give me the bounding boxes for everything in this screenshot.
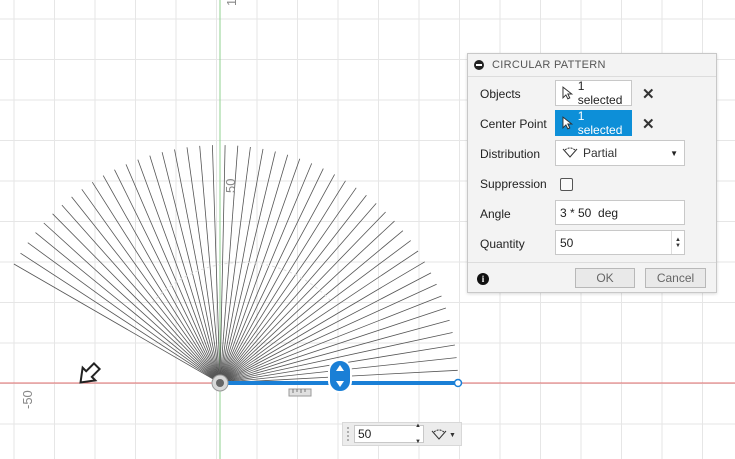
pattern-line[interactable] [219, 211, 386, 384]
objects-value: 1 selected [577, 79, 623, 107]
suppression-checkbox[interactable] [560, 177, 573, 191]
distribution-value: Partial [583, 146, 618, 160]
quantity-float-widget: 50 ▲ ▼ ▼ [342, 422, 462, 446]
quantity-float-stepper[interactable]: ▲ ▼ [413, 423, 423, 445]
dialog-header[interactable]: CIRCULAR PATTERN [468, 54, 716, 77]
stepper-down-icon[interactable]: ▼ [415, 434, 421, 450]
pattern-line[interactable] [219, 174, 335, 384]
objects-clear-icon[interactable]: ✕ [642, 85, 655, 103]
view-arrow-icon[interactable] [74, 360, 103, 389]
info-icon[interactable]: i [477, 273, 489, 285]
quantity-stepper[interactable]: ▲ ▼ [671, 231, 684, 254]
cancel-button[interactable]: Cancel [645, 268, 706, 288]
axis-label-top: 1 [224, 0, 239, 6]
center-point-inner [216, 379, 224, 387]
distribution-select[interactable]: Partial ▼ [555, 140, 685, 166]
pattern-line[interactable] [219, 195, 367, 384]
ok-button[interactable]: OK [575, 268, 635, 288]
distribution-menu-button[interactable]: ▼ [431, 427, 459, 443]
pattern-line[interactable] [219, 187, 357, 384]
suppression-label: Suppression [480, 177, 547, 191]
angle-row: Angle 3 * 50 deg [468, 199, 716, 229]
circular-pattern-dialog: CIRCULAR PATTERN Objects 1 selected ✕ Ce… [467, 53, 717, 293]
ruler-icon [288, 388, 312, 397]
objects-label: Objects [480, 87, 521, 101]
center-point-value: 1 selected [577, 109, 623, 137]
objects-row: Objects 1 selected ✕ [468, 79, 716, 109]
axis-label-horizontal-neg50: -50 [20, 390, 35, 409]
chevron-down-icon: ▼ [670, 149, 678, 158]
cursor-icon [562, 116, 574, 130]
suppression-row: Suppression [468, 169, 716, 199]
center-point-select-button[interactable]: 1 selected [555, 109, 632, 137]
angle-label: Angle [480, 207, 511, 221]
pattern-line[interactable] [219, 203, 377, 384]
quantity-row: Quantity 50 ▲ ▼ [468, 229, 716, 259]
center-point-clear-icon[interactable]: ✕ [642, 115, 655, 133]
dialog-title: CIRCULAR PATTERN [492, 59, 606, 71]
collapse-icon[interactable] [474, 60, 484, 70]
drag-grip-icon[interactable] [346, 426, 350, 442]
center-point-label: Center Point [480, 117, 547, 131]
pattern-line[interactable] [102, 175, 221, 384]
pattern-line[interactable] [20, 252, 221, 384]
axis-label-vertical-50: 50 [223, 178, 238, 193]
distribution-row: Distribution Partial ▼ [468, 139, 716, 169]
stepper-down-icon[interactable]: ▼ [675, 243, 681, 249]
distribution-label: Distribution [480, 147, 541, 161]
pattern-line[interactable] [219, 283, 437, 384]
dialog-footer: i OK Cancel [468, 262, 716, 293]
line-endpoint[interactable] [453, 378, 463, 388]
quantity-value: 50 [560, 235, 574, 250]
pattern-line[interactable] [52, 213, 221, 384]
pattern-line[interactable] [27, 242, 221, 384]
pattern-line[interactable] [61, 204, 221, 384]
quantity-input[interactable]: 50 ▲ ▼ [555, 230, 685, 255]
partial-distribution-icon [431, 429, 447, 440]
angle-input[interactable]: 3 * 50 deg [555, 200, 685, 225]
quantity-label: Quantity [480, 237, 525, 251]
pattern-line[interactable] [81, 189, 221, 384]
quantity-float-input[interactable]: 50 ▲ ▼ [354, 423, 424, 445]
partial-distribution-icon [562, 147, 578, 158]
pattern-line[interactable] [219, 272, 432, 384]
angle-value: 3 * 50 deg [560, 205, 619, 220]
center-point-row: Center Point 1 selected ✕ [468, 109, 716, 139]
rotate-manipulator[interactable] [328, 359, 352, 393]
cursor-icon [562, 86, 574, 100]
stepper-up-icon[interactable]: ▲ [415, 418, 421, 434]
objects-select-button[interactable]: 1 selected [555, 79, 632, 107]
quantity-float-value: 50 [358, 427, 372, 441]
pattern-line[interactable] [219, 168, 324, 384]
chevron-down-icon: ▼ [449, 431, 456, 439]
